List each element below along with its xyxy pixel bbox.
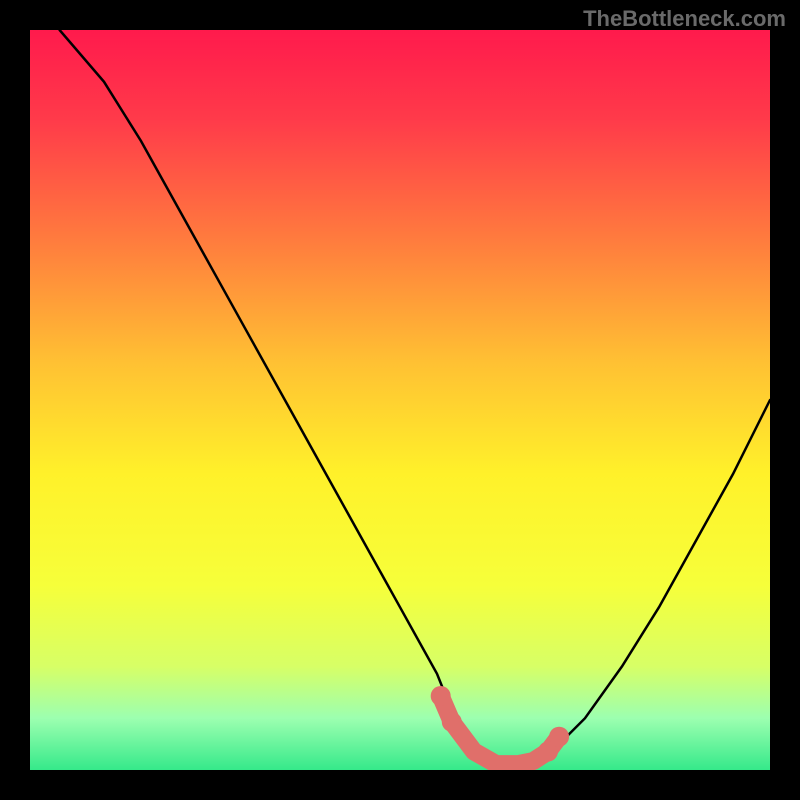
highlight-dot xyxy=(431,686,451,706)
watermark-text: TheBottleneck.com xyxy=(583,6,786,32)
chart-container: TheBottleneck.com xyxy=(0,0,800,800)
highlight-dot xyxy=(549,727,569,747)
highlight-dot xyxy=(442,712,462,732)
bottleneck-chart xyxy=(30,30,770,770)
plot-area xyxy=(30,30,770,770)
